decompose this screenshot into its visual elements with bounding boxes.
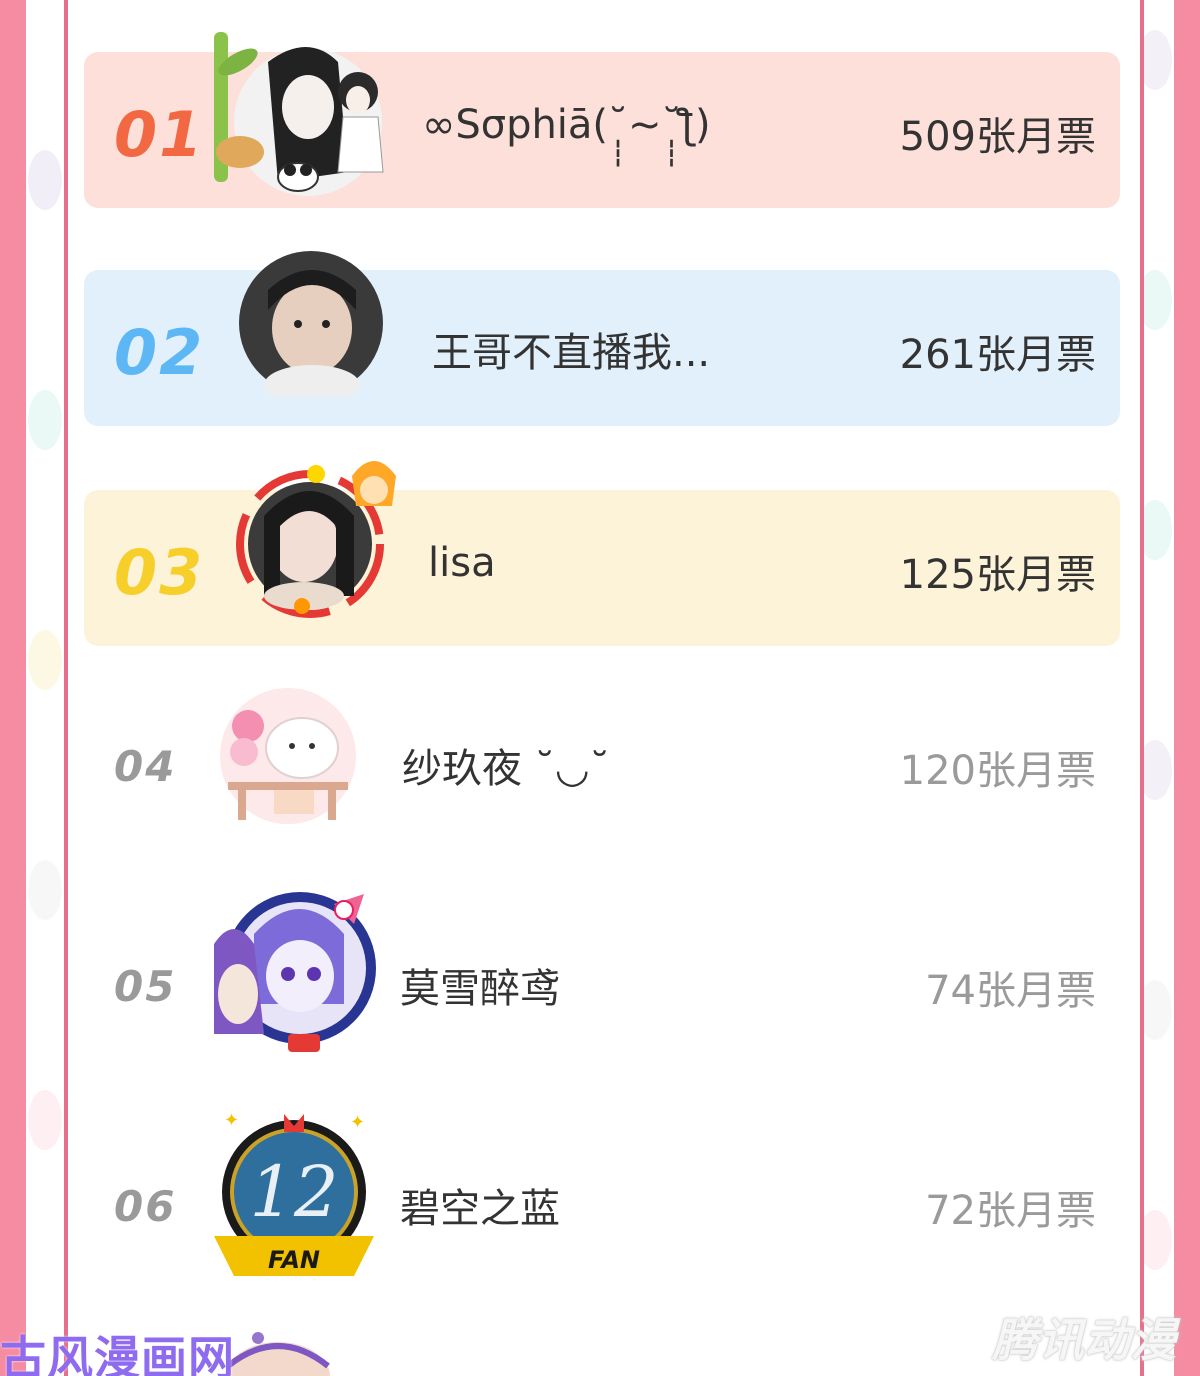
rank-number: 05 xyxy=(114,962,177,1011)
avatar-icon[interactable] xyxy=(208,22,408,212)
watermark-right: 腾讯动漫 xyxy=(992,1313,1176,1367)
left-border-stripe xyxy=(0,0,26,1376)
avatar-icon[interactable] xyxy=(218,686,358,826)
left-dot-strip xyxy=(26,0,66,1376)
ranking-row-3[interactable]: 03 lisa 125张月票 xyxy=(84,461,1120,646)
sparkle-icon: ✦ xyxy=(350,1112,365,1133)
avatar-icon[interactable] xyxy=(224,446,404,622)
ticket-count: 72张月票 xyxy=(925,1188,1096,1234)
avatar-icon[interactable] xyxy=(194,884,384,1064)
sparkle-icon: ✦ xyxy=(224,1110,239,1131)
monthly-ticket-ranking-list: 01 ∞Sσphiā(˘̩̩̩~˘̩̩̩ƪ) 509张月票 02 王哥不直播我.… xyxy=(64,0,1144,1376)
watermark-left: 古风漫画网 xyxy=(0,1331,235,1376)
user-name: lisa xyxy=(428,540,496,586)
fan-badge-icon[interactable]: 12 FAN ✦ ✦ xyxy=(204,1106,384,1286)
ranking-row-4[interactable]: 04 纱玖夜 ˘◡˘ 120张月票 xyxy=(84,686,1120,842)
fan-badge-number: 12 xyxy=(249,1151,338,1233)
fan-badge-label: FAN xyxy=(268,1246,320,1274)
ticket-count: 125张月票 xyxy=(899,552,1096,598)
rank-number: 01 xyxy=(114,98,205,171)
avatar-icon[interactable] xyxy=(238,250,384,396)
user-name: ∞Sσphiā(˘̩̩̩~˘̩̩̩ƪ) xyxy=(422,102,711,148)
user-name: 碧空之蓝 xyxy=(400,1186,560,1232)
ranking-row-6[interactable]: 06 12 FAN ✦ ✦ 碧空之蓝 72张月票 xyxy=(84,1110,1120,1282)
ranking-row-5[interactable]: 05 莫雪醉鸢 74张月票 xyxy=(84,884,1120,1062)
ticket-count: 261张月票 xyxy=(899,332,1096,378)
avatar-icon[interactable] xyxy=(218,1326,338,1376)
right-border-stripe xyxy=(1174,0,1200,1376)
user-name: 纱玖夜 ˘◡˘ xyxy=(402,746,610,792)
ticket-count: 509张月票 xyxy=(899,114,1096,160)
rank-number: 06 xyxy=(114,1182,177,1231)
rank-number: 02 xyxy=(114,316,205,389)
ticket-count: 120张月票 xyxy=(899,748,1096,794)
ranking-row-1[interactable]: 01 ∞Sσphiā(˘̩̩̩~˘̩̩̩ƪ) 509张月票 xyxy=(84,32,1120,208)
ranking-row-2[interactable]: 02 王哥不直播我... 261张月票 xyxy=(84,251,1120,426)
rank-number: 04 xyxy=(114,742,177,791)
user-name: 莫雪醉鸢 xyxy=(400,966,560,1012)
ticket-count: 74张月票 xyxy=(925,968,1096,1014)
user-name: 王哥不直播我... xyxy=(432,330,711,376)
rank-number: 03 xyxy=(114,536,205,609)
